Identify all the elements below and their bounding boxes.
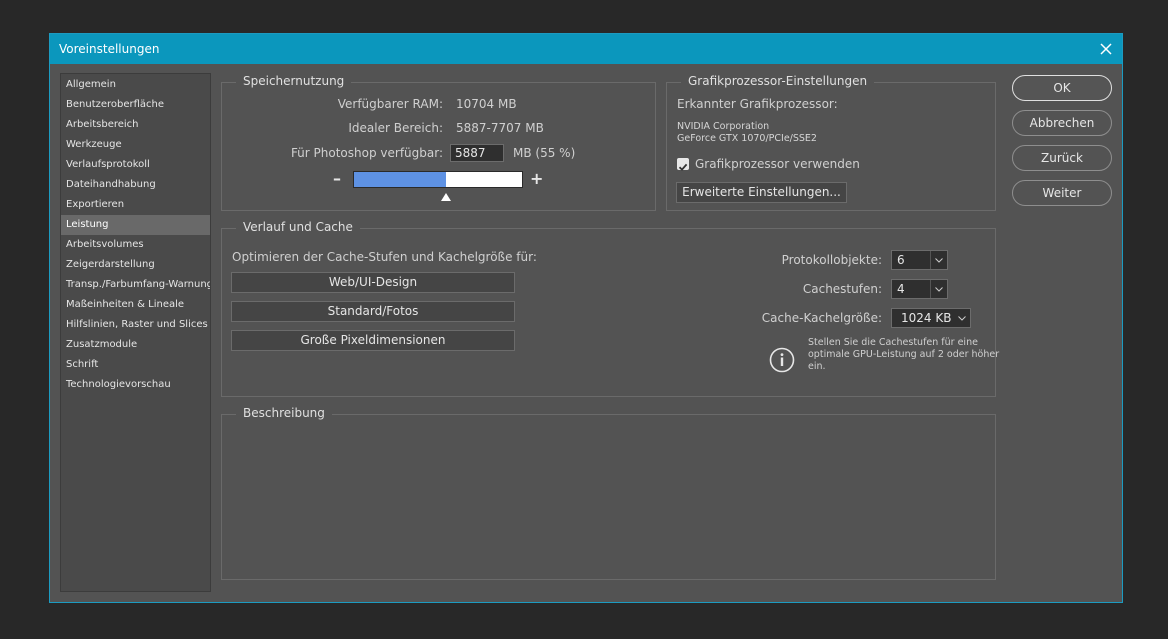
sidebar-item[interactable]: Zeigerdarstellung xyxy=(61,255,210,275)
optimize-label: Optimieren der Cache-Stufen und Kachelgr… xyxy=(232,250,537,264)
sidebar-item[interactable]: Werkzeuge xyxy=(61,135,210,155)
ram-slider-handle[interactable] xyxy=(441,193,451,201)
cache-tile-size-value: 1024 KB xyxy=(901,311,952,325)
sidebar-item[interactable]: Hilfslinien, Raster und Slices xyxy=(61,315,210,335)
gpu-vendor: NVIDIA Corporation xyxy=(677,121,770,132)
cache-levels-label: Cachestufen: xyxy=(802,282,882,296)
ram-slider-fill xyxy=(354,172,446,187)
category-items: Allgemein Benutzeroberfläche Arbeitsbereic… xyxy=(61,74,210,395)
ideal-range-value: 5887-7707 MB xyxy=(456,121,544,135)
chevron-down-icon xyxy=(954,309,970,327)
window-title: Voreinstellungen xyxy=(59,42,160,56)
next-button[interactable]: Weiter xyxy=(1012,180,1112,206)
preferences-category-list: Allgemein Benutzeroberfläche Arbeitsbereic… xyxy=(60,73,211,592)
history-states-label: Protokollobjekte: xyxy=(781,253,882,267)
gpu-model: GeForce GTX 1070/PCIe/SSE2 xyxy=(677,133,817,144)
history-cache-group: Verlauf und Cache Optimieren der Cache-S… xyxy=(221,220,999,397)
history-cache-title: Verlauf und Cache xyxy=(236,220,360,234)
sidebar-item[interactable]: Arbeitsvolumes xyxy=(61,235,210,255)
use-gpu-label: Grafikprozessor verwenden xyxy=(695,157,860,171)
preferences-dialog: Voreinstellungen Allgemein Benutzeroberfl… xyxy=(49,33,1123,603)
use-gpu-checkbox[interactable] xyxy=(677,158,689,171)
sidebar-item[interactable]: Arbeitsbereich xyxy=(61,115,210,135)
history-states-value: 6 xyxy=(897,253,905,267)
back-button[interactable]: Zurück xyxy=(1012,145,1112,171)
description-title: Beschreibung xyxy=(236,406,332,420)
ram-slider[interactable] xyxy=(353,171,523,188)
large-pixel-dimensions-button[interactable]: Große Pixeldimensionen xyxy=(231,330,515,351)
ok-button[interactable]: OK xyxy=(1012,75,1112,101)
info-icon xyxy=(769,347,795,377)
available-ram-label: Verfügbarer RAM: xyxy=(337,97,443,111)
advanced-settings-button[interactable]: Erweiterte Einstellungen... xyxy=(676,182,847,203)
sidebar-item[interactable]: Zusatzmodule xyxy=(61,335,210,355)
sidebar-item[interactable]: Maßeinheiten & Lineale xyxy=(61,295,210,315)
decrease-ram-button[interactable]: – xyxy=(333,169,341,188)
gpu-settings-group: Grafikprozessor-Einstellungen Erkannter … xyxy=(666,74,996,211)
ideal-range-label: Idealer Bereich: xyxy=(348,121,443,135)
cache-info-text: Stellen Sie die Cachestufen für eine opt… xyxy=(808,337,1000,372)
sidebar-item[interactable]: Schrift xyxy=(61,355,210,375)
sidebar-item[interactable]: Benutzeroberfläche xyxy=(61,95,210,115)
history-states-select[interactable]: 6 xyxy=(891,250,948,270)
standard-photos-button[interactable]: Standard/Fotos xyxy=(231,301,515,322)
available-ram-value: 10704 MB xyxy=(456,97,517,111)
title-bar: Voreinstellungen xyxy=(50,34,1122,64)
chevron-down-icon xyxy=(930,280,947,298)
sidebar-item[interactable]: Technologievorschau xyxy=(61,375,210,395)
photoshop-available-label: Für Photoshop verfügbar: xyxy=(290,146,443,160)
sidebar-item[interactable]: Leistung xyxy=(61,215,210,235)
sidebar-item[interactable]: Dateihandhabung xyxy=(61,175,210,195)
sidebar-item[interactable]: Transp./Farbumfang-Warnung xyxy=(61,275,210,295)
close-icon[interactable] xyxy=(1090,34,1122,64)
chevron-down-icon xyxy=(930,251,947,269)
gpu-settings-title: Grafikprozessor-Einstellungen xyxy=(681,74,875,88)
cache-levels-value: 4 xyxy=(897,282,905,296)
web-ui-design-button[interactable]: Web/UI-Design xyxy=(231,272,515,293)
detected-gpu-label: Erkannter Grafikprozessor: xyxy=(677,97,838,111)
cancel-button[interactable]: Abbrechen xyxy=(1012,110,1112,136)
increase-ram-button[interactable]: + xyxy=(530,169,543,188)
cache-tile-size-select[interactable]: 1024 KB xyxy=(891,308,971,328)
sidebar-item[interactable]: Exportieren xyxy=(61,195,210,215)
sidebar-item[interactable]: Verlaufsprotokoll xyxy=(61,155,210,175)
sidebar-item[interactable]: Allgemein xyxy=(61,75,210,95)
memory-usage-group: Speichernutzung Verfügbarer RAM: 10704 M… xyxy=(221,74,656,211)
description-group: Beschreibung xyxy=(221,406,996,580)
cache-tile-size-label: Cache-Kachelgröße: xyxy=(761,311,882,325)
memory-usage-title: Speichernutzung xyxy=(236,74,352,88)
photoshop-ram-unit: MB (55 %) xyxy=(513,146,576,160)
photoshop-ram-input[interactable]: 5887 xyxy=(450,144,504,162)
cache-levels-select[interactable]: 4 xyxy=(891,279,948,299)
